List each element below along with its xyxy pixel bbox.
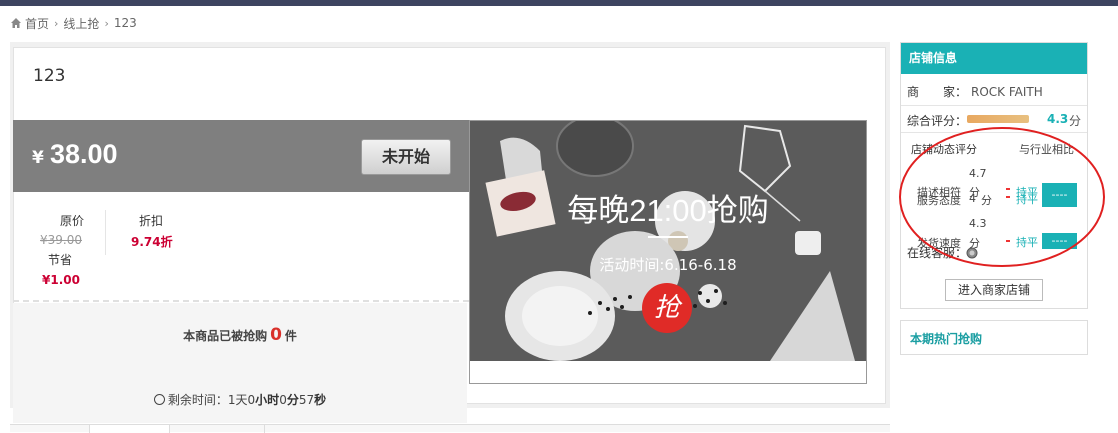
tab[interactable] — [10, 425, 90, 433]
discount-value: 9.74折 — [131, 235, 173, 249]
banner-title: 每晚21:00抢购 — [567, 193, 769, 228]
discount-label: 折扣 — [139, 214, 164, 228]
banner-divider — [648, 236, 688, 238]
home-icon — [11, 18, 21, 28]
clock-icon — [153, 394, 165, 405]
tab[interactable] — [170, 425, 265, 433]
divider — [901, 105, 1087, 106]
tab[interactable] — [90, 425, 170, 433]
breadcrumb: 首页 › 线上抢 › 123 — [10, 14, 137, 32]
annotation-ellipse — [899, 127, 1105, 267]
countdown: 剩余时间：1天0小时0分57秒 — [13, 391, 467, 408]
save-label: 节省 — [48, 253, 73, 267]
rating-value: 4.3 — [1047, 112, 1069, 126]
chevron-right-icon: › — [54, 16, 59, 30]
merchant-label: 商 家： — [907, 85, 968, 99]
countdown-days: 1 — [227, 393, 236, 407]
not-started-button[interactable]: 未开始 — [361, 139, 451, 175]
countdown-minutes-unit: 分 — [286, 393, 299, 407]
chevron-right-icon: › — [104, 16, 109, 30]
price-details: 原价 ¥39.00 节省 ¥1.00 折扣 9.74折 — [13, 192, 469, 302]
countdown-seconds-unit: 秒 — [314, 393, 327, 407]
price-value: 38.00 — [50, 139, 118, 169]
sold-prefix: 本商品已被抢购 — [183, 329, 268, 343]
breadcrumb-home[interactable]: 首页 — [25, 15, 49, 32]
sold-count: 本商品已被抢购 0 件 — [13, 325, 467, 345]
original-price-value: ¥39.00 — [40, 233, 82, 247]
promo-banner[interactable]: 每晚21:00抢购 活动时间:6.16-6.18 抢 — [469, 120, 867, 384]
enter-store-button[interactable]: 进入商家店铺 — [945, 279, 1043, 301]
rush-badge: 抢 — [642, 283, 692, 333]
purchase-status: 本商品已被抢购 0 件 剩余时间：1天0小时0分57秒 — [13, 303, 467, 423]
countdown-seconds: 57 — [298, 393, 315, 407]
countdown-days-unit: 天 — [235, 393, 248, 407]
top-bar — [0, 0, 1118, 6]
merchant-row: 商 家： ROCK FAITH — [907, 83, 1043, 100]
countdown-hours-unit: 小时 — [255, 393, 280, 407]
divider — [105, 210, 106, 255]
sold-number: 0 — [270, 325, 282, 345]
currency-symbol: ¥ — [32, 148, 44, 168]
banner-subtitle: 活动时间:6.16-6.18 — [599, 256, 737, 274]
original-price-label: 原价 — [60, 214, 85, 228]
hot-rush-panel: 本期热门抢购 — [900, 320, 1088, 355]
countdown-label: 剩余时间： — [167, 393, 228, 407]
countdown-minutes: 0 — [279, 393, 287, 407]
hot-rush-header: 本期热门抢购 — [910, 332, 983, 346]
breadcrumb-online-rush[interactable]: 线上抢 — [63, 15, 99, 32]
sold-suffix: 件 — [284, 329, 297, 343]
breadcrumb-current: 123 — [113, 16, 137, 30]
merchant-name: ROCK FAITH — [971, 85, 1043, 99]
rating-stars — [967, 115, 1029, 123]
store-info-header: 店铺信息 — [901, 43, 1087, 74]
save-value: ¥1.00 — [42, 273, 80, 287]
page-title: 123 — [33, 66, 66, 86]
